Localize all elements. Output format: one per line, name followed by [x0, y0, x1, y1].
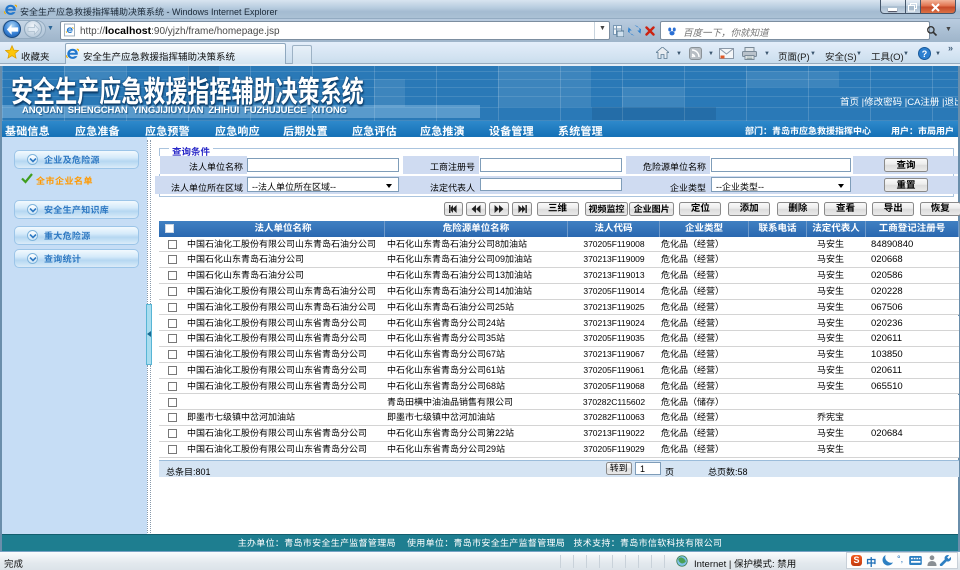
- svg-text:?: ?: [922, 49, 928, 59]
